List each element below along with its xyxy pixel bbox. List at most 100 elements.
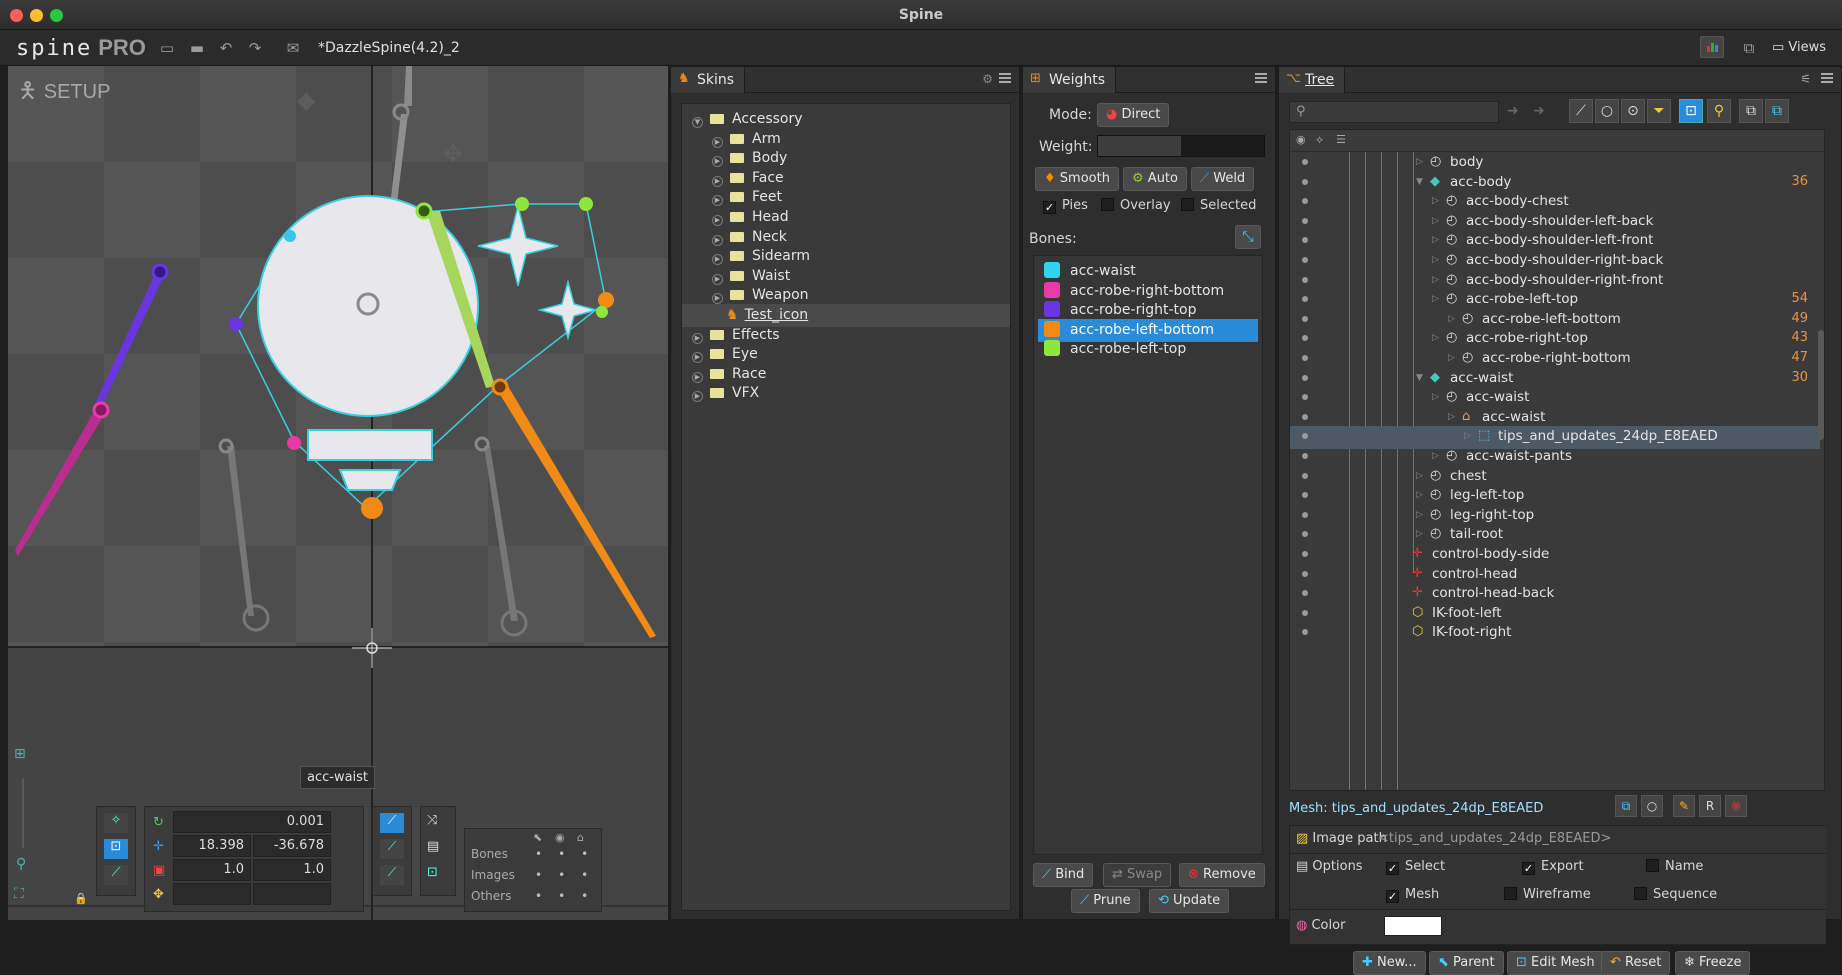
circle-icon[interactable]: ○ xyxy=(1641,795,1663,817)
expand-toggle-icon[interactable]: ▷ xyxy=(1432,211,1439,231)
smooth-button[interactable]: ♦ Smooth xyxy=(1035,167,1119,191)
visibility-dot-icon[interactable] xyxy=(1302,511,1308,518)
expand-toggle-icon[interactable]: ▷ xyxy=(1432,230,1439,250)
weight-bone-row[interactable]: acc-robe-left-top xyxy=(1038,338,1258,361)
folder-icon[interactable]: ▭ xyxy=(158,39,176,57)
expand-icon[interactable]: ▶ xyxy=(712,156,723,168)
visibility-dot-icon[interactable] xyxy=(1302,531,1308,538)
bind-button[interactable]: ⟋ Bind xyxy=(1033,863,1094,887)
expand-toggle-icon[interactable]: ▷ xyxy=(1448,309,1455,329)
overlay-checkbox[interactable]: Overlay xyxy=(1101,198,1171,213)
translate-y-field[interactable]: -36.678 xyxy=(253,835,331,857)
visibility-dot-icon[interactable] xyxy=(1302,296,1308,303)
expand-icon[interactable]: ▶ xyxy=(712,195,723,207)
translate-x-field[interactable]: 18.398 xyxy=(173,835,251,857)
shear-icon[interactable]: ✥ xyxy=(153,887,164,902)
expand-toggle-icon[interactable]: ▷ xyxy=(1416,505,1423,525)
skin-tree-item[interactable]: ▶ VFX xyxy=(682,382,1010,405)
expand-toggle-icon[interactable]: ▷ xyxy=(1432,250,1439,270)
export-checkbox[interactable]: ✓ Export xyxy=(1522,859,1584,875)
keys-column-icon[interactable]: ⟡ xyxy=(1316,133,1323,147)
visibility-dot-icon[interactable] xyxy=(1302,570,1308,577)
hierarchy-column-icon[interactable]: ☰ xyxy=(1336,133,1346,146)
remove-button[interactable]: ⊗ Remove xyxy=(1179,863,1265,887)
world-axis-icon[interactable]: ⟋ xyxy=(380,865,404,885)
bone-acc-robe-left-top[interactable] xyxy=(415,202,433,220)
visibility-dot-icon[interactable] xyxy=(1302,198,1308,205)
visibility-bones-toggles[interactable]: ••• xyxy=(535,847,604,861)
viewport[interactable]: ✥ ◆ ◆ 🯅 SETUP acc-waist ⊞ ⚲ ⛶ xyxy=(8,66,668,920)
expand-toggle-icon[interactable]: ▷ xyxy=(1448,407,1455,427)
expand-icon[interactable]: ▶ xyxy=(712,175,723,187)
rename-icon[interactable]: R xyxy=(1699,795,1721,817)
expand-toggle-icon[interactable]: ▼ xyxy=(1416,172,1423,192)
duplicate-icon[interactable]: ⧉ xyxy=(1615,795,1637,817)
filter-settings-icon[interactable]: ⚟ xyxy=(1800,72,1811,86)
visibility-dot-icon[interactable] xyxy=(1302,413,1308,420)
zoom-icon[interactable]: ⚲ xyxy=(16,856,26,872)
sequence-checkbox[interactable]: Sequence xyxy=(1634,887,1717,902)
pointer-icon[interactable]: ⬉ xyxy=(533,831,542,844)
image-path-value[interactable]: <tips_and_updates_24dp_E8EAED> xyxy=(1378,831,1611,846)
expand-toggle-icon[interactable]: ▷ xyxy=(1432,270,1439,290)
pose-tool-icon[interactable]: ✧ xyxy=(104,813,128,833)
color-swatch[interactable] xyxy=(1384,916,1442,936)
focus-icon[interactable]: ⊡ xyxy=(1679,99,1703,123)
visibility-dot-icon[interactable] xyxy=(1302,609,1308,616)
pies-checkbox[interactable]: ✓ Pies xyxy=(1043,198,1088,214)
slots-filter-icon[interactable]: ○ xyxy=(1595,99,1619,123)
delete-icon[interactable]: ⊗ xyxy=(1725,795,1747,817)
translate-icon[interactable]: ✛ xyxy=(153,839,164,854)
visibility-dot-icon[interactable] xyxy=(1302,472,1308,479)
redo-icon[interactable]: ↷ xyxy=(246,39,264,57)
bone-compensate-icon[interactable]: ⤨ xyxy=(427,813,437,828)
visibility-dot-icon[interactable] xyxy=(1302,629,1308,636)
expand-icon[interactable]: ▶ xyxy=(712,273,723,285)
visibility-dot-icon[interactable] xyxy=(1302,237,1308,244)
skins-menu-icon[interactable] xyxy=(999,73,1011,75)
expand-icon[interactable]: ▶ xyxy=(712,254,723,266)
visibility-dot-icon[interactable] xyxy=(1302,335,1308,342)
weld-button[interactable]: ⟋ Weld xyxy=(1191,167,1255,191)
weights-tool-icon[interactable]: ⊡ xyxy=(104,839,128,859)
visibility-dot-icon[interactable] xyxy=(1302,276,1308,283)
rotate-icon[interactable]: ↻ xyxy=(153,815,164,830)
zoom-slider[interactable] xyxy=(22,778,24,848)
tree-menu-icon[interactable] xyxy=(1821,73,1833,75)
weights-bone-list[interactable]: acc-waist acc-robe-right-bottom acc-robe-r… xyxy=(1033,255,1263,855)
bone-acc-waist[interactable] xyxy=(361,497,383,519)
shear-y-field[interactable] xyxy=(253,883,331,905)
edit-mesh-button[interactable]: ⊡ Edit Mesh xyxy=(1507,951,1604,975)
expand-icon[interactable]: ▶ xyxy=(692,391,703,403)
layers-icon[interactable]: ⧉ xyxy=(1740,39,1758,57)
select-checkbox[interactable]: ✓ Select xyxy=(1386,859,1445,875)
visibility-dot-icon[interactable] xyxy=(1302,551,1308,557)
undo-icon[interactable]: ↶ xyxy=(217,39,235,57)
attachments-filter-icon[interactable]: ⊙ xyxy=(1621,99,1645,123)
visibility-dot-icon[interactable] xyxy=(1302,257,1308,263)
expand-toggle-icon[interactable]: ▷ xyxy=(1432,289,1439,309)
collapse-icon[interactable]: ▼ xyxy=(692,117,703,128)
visibility-others-toggles[interactable]: ••• xyxy=(535,889,604,903)
expand-toggle-icon[interactable]: ▷ xyxy=(1432,328,1439,348)
weight-slider[interactable] xyxy=(1097,135,1265,157)
prune-button[interactable]: ⟋ Prune xyxy=(1071,889,1140,913)
name-checkbox[interactable]: Name xyxy=(1646,859,1703,874)
bones-filter-icon[interactable]: ⟋ xyxy=(1569,99,1593,123)
visibility-dot-icon[interactable] xyxy=(1302,217,1308,224)
wireframe-checkbox[interactable]: Wireframe xyxy=(1504,887,1591,902)
brush-icon[interactable]: ✎ xyxy=(1673,795,1695,817)
parent-button[interactable]: ⬉ Parent xyxy=(1429,951,1504,975)
new-button[interactable]: ✚ New... xyxy=(1353,951,1426,975)
expand-toggle-icon[interactable]: ▷ xyxy=(1432,191,1439,211)
reset-button[interactable]: ↶ Reset xyxy=(1601,951,1671,975)
tree-search-input[interactable]: ⚲ xyxy=(1289,101,1499,123)
tree-scrollbar[interactable] xyxy=(1818,330,1824,440)
shear-x-field[interactable] xyxy=(173,883,251,905)
auto-button[interactable]: ⚙ Auto xyxy=(1123,167,1187,191)
snap-icon[interactable]: ⊡ xyxy=(427,865,438,880)
visibility-dot-icon[interactable] xyxy=(1302,394,1308,401)
visibility-column-icon[interactable]: ◉ xyxy=(1296,133,1306,146)
scale-icon[interactable]: ▣ xyxy=(153,863,165,878)
swap-button[interactable]: ⇄ Swap xyxy=(1103,863,1172,887)
